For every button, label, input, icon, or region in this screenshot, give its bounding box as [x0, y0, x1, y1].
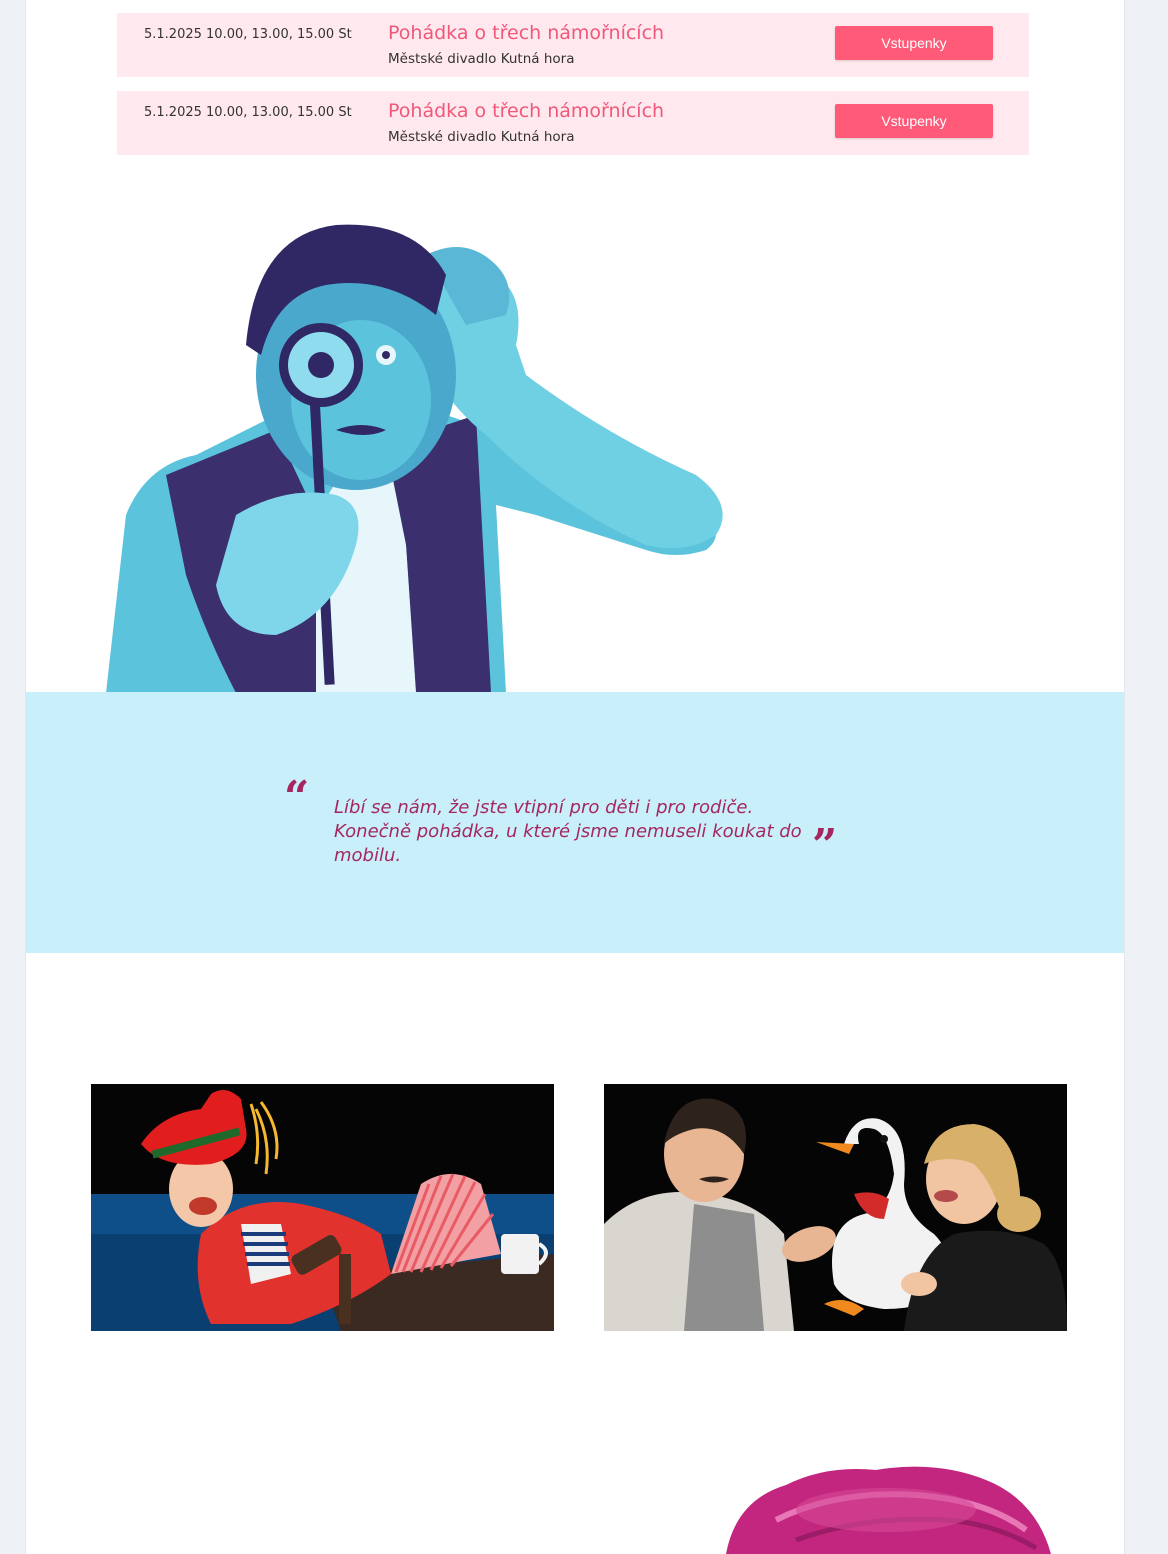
event-title-link[interactable]: Pohádka o třech námořnících [388, 100, 664, 122]
event-row: 5.1.2025 10.00, 13.00, 15.00 St Pohádka … [117, 13, 1029, 77]
event-title-link[interactable]: Pohádka o třech námořnících [388, 22, 664, 44]
event-date: 5.1.2025 10.00, 13.00, 15.00 St [144, 27, 352, 42]
tickets-button[interactable]: Vstupenky [835, 26, 993, 60]
event-date: 5.1.2025 10.00, 13.00, 15.00 St [144, 105, 352, 120]
event-row: 5.1.2025 10.00, 13.00, 15.00 St Pohádka … [117, 91, 1029, 155]
actor-cap-photo [726, 1466, 1051, 1554]
tickets-button[interactable]: Vstupenky [835, 104, 993, 138]
performer-red-hat-photo [91, 1084, 554, 1331]
testimonial-text: Líbí se nám, že jste vtipní pro děti i p… [334, 797, 802, 866]
close-quote-icon: ” [812, 820, 838, 871]
testimonial-section: “ Líbí se nám, že jste vtipní pro děti i… [26, 692, 1124, 953]
event-venue: Městské divadlo Kutná hora [388, 129, 575, 145]
open-quote-icon: “ [284, 772, 310, 823]
actor-magnifier-photo [106, 224, 723, 693]
page-container: 5.1.2025 10.00, 13.00, 15.00 St Pohádka … [25, 0, 1125, 1554]
actors-goose-puppet-photo [604, 1084, 1067, 1331]
event-venue: Městské divadlo Kutná hora [388, 51, 575, 67]
